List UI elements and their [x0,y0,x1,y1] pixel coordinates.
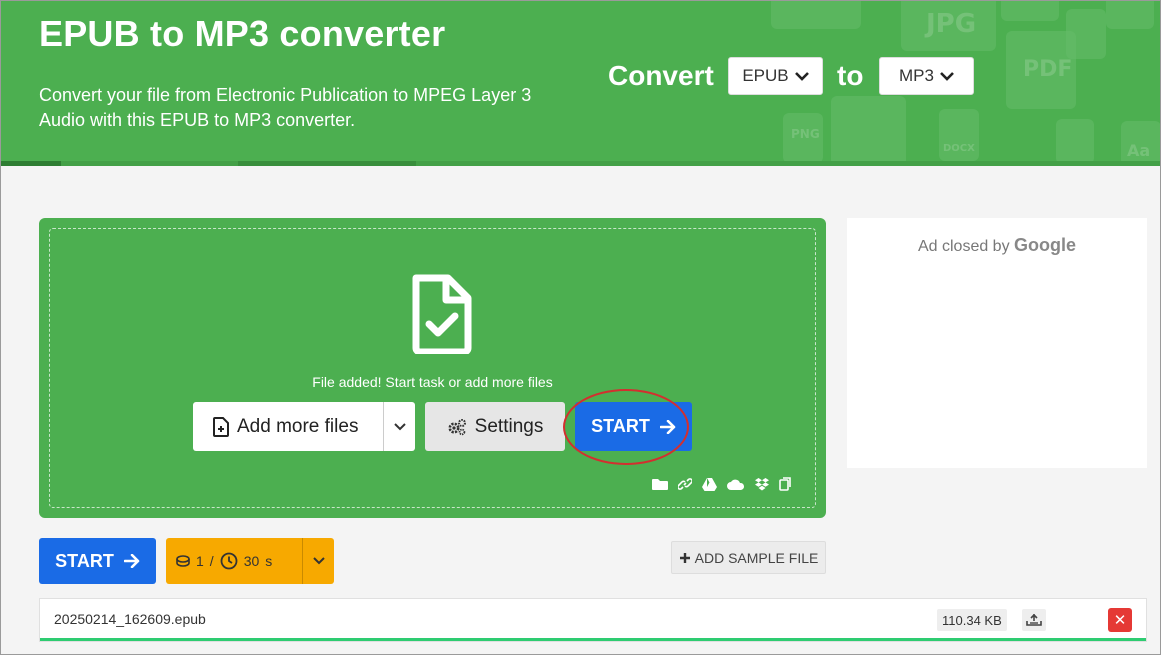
drop-zone[interactable]: File added! Start task or add more files… [49,228,816,508]
chevron-down-icon [794,72,809,81]
ad-closed-text: Ad closed by [917,238,1010,255]
clock-icon [220,552,238,570]
chevron-down-icon [312,557,325,565]
settings-button[interactable]: Settings [425,402,565,451]
start-button[interactable]: START [39,538,156,584]
credits-dropdown-toggle[interactable] [303,557,334,565]
file-check-icon [412,274,472,354]
link-icon[interactable] [678,477,692,491]
file-added-message: File added! Start task or add more files [312,374,553,390]
add-sample-file-label: ADD SAMPLE FILE [694,549,819,566]
hero-divider [1,161,1160,166]
from-format-select[interactable]: EPUB [728,57,823,95]
decor-font-label: Aa [1127,141,1151,160]
from-format-value: EPUB [742,66,789,85]
to-label: to [837,60,864,91]
file-plus-icon [213,416,229,437]
add-files-dropdown-toggle[interactable] [384,402,415,451]
time-value: 30 [243,553,260,569]
start-label: START [55,550,114,571]
hero-header: JPG PDF PNG DOCX Aa EPUB to MP3 converte… [1,1,1160,166]
decor-png-label: PNG [791,127,820,141]
add-more-files-button[interactable]: Add more files [193,402,415,451]
download-icon[interactable] [1022,609,1046,631]
credits-button[interactable]: 1 / 30 s [166,538,334,584]
file-size-badge: 110.34 KB [937,609,1007,631]
highlight-annotation [563,389,689,465]
add-sample-file-button[interactable]: ADD SAMPLE FILE [671,541,826,574]
gears-icon [448,418,466,435]
decor-mail-icon [771,1,861,29]
plus-icon [679,552,690,563]
dropbox-icon[interactable] [755,477,769,491]
clipboard-icon[interactable] [779,477,791,491]
arrow-right-icon [123,554,140,568]
decor-file-icon [831,96,906,166]
google-drive-icon[interactable] [702,477,717,491]
page-title: EPUB to MP3 converter [39,13,446,54]
coins-icon [176,555,190,567]
time-unit: s [265,553,273,569]
decor-docx-label: DOCX [943,143,975,154]
onedrive-icon[interactable] [727,479,745,490]
credits-separator: / [209,553,214,569]
upload-area[interactable]: File added! Start task or add more files… [39,218,826,518]
add-more-files-main[interactable]: Add more files [193,402,383,451]
ad-closed-notice: Ad closed by Google [847,235,1147,256]
google-brand: Google [1014,235,1077,255]
progress-bar [40,638,1146,641]
to-format-select[interactable]: MP3 [879,57,974,95]
delete-file-button[interactable]: ✕ [1108,608,1132,632]
folder-icon[interactable] [652,478,668,490]
decor-image-icon [1001,1,1059,21]
file-name: 20250214_162609.epub [54,611,206,627]
to-format-value: MP3 [899,66,934,85]
page-description: Convert your file from Electronic Public… [39,85,532,130]
credits-info[interactable]: 1 / 30 s [166,538,302,584]
upload-source-icons [652,477,791,491]
credits-count: 1 [196,553,204,569]
add-more-files-label: Add more files [237,415,359,437]
chevron-down-icon [393,422,406,430]
file-row: 20250214_162609.epub 110.34 KB ✕ [39,598,1147,642]
chevron-down-icon [940,72,954,81]
decor-jpg-label: JPG [926,9,977,39]
ad-panel: Ad closed by Google [847,218,1147,468]
settings-label: Settings [474,415,544,437]
decor-chart-icon [1106,1,1154,29]
convert-label: Convert [608,60,714,91]
decor-doc-icon [1056,119,1094,164]
decor-pdf-label: PDF [1023,57,1073,82]
